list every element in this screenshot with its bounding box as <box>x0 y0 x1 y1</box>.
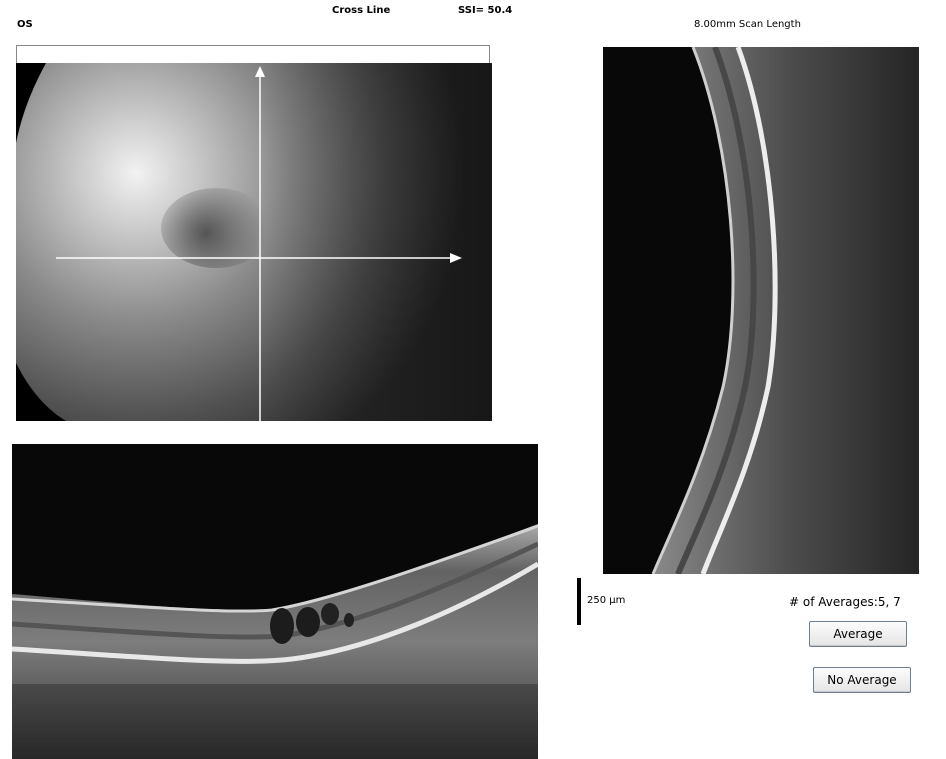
vertical-bscan-image <box>603 47 919 574</box>
fundus-title-bar <box>16 45 490 63</box>
fundus-image <box>16 63 492 421</box>
ssi-label: SSI= 50.4 <box>458 5 513 16</box>
scale-bar-label: 250 µm <box>587 595 626 606</box>
crosshair-vertical-arrow[interactable] <box>254 63 266 421</box>
horizontal-bscan-image <box>12 444 538 759</box>
averages-label: # of Averages:5, 7 <box>789 595 901 609</box>
scale-bar <box>577 578 581 625</box>
scan-type-label: Cross Line <box>332 5 391 16</box>
average-button[interactable]: Average <box>809 621 907 647</box>
eye-label: OS <box>17 19 33 30</box>
no-average-button[interactable]: No Average <box>813 667 911 693</box>
scan-length-label: 8.00mm Scan Length <box>694 19 801 30</box>
crosshair-horizontal-arrow[interactable] <box>56 252 466 264</box>
